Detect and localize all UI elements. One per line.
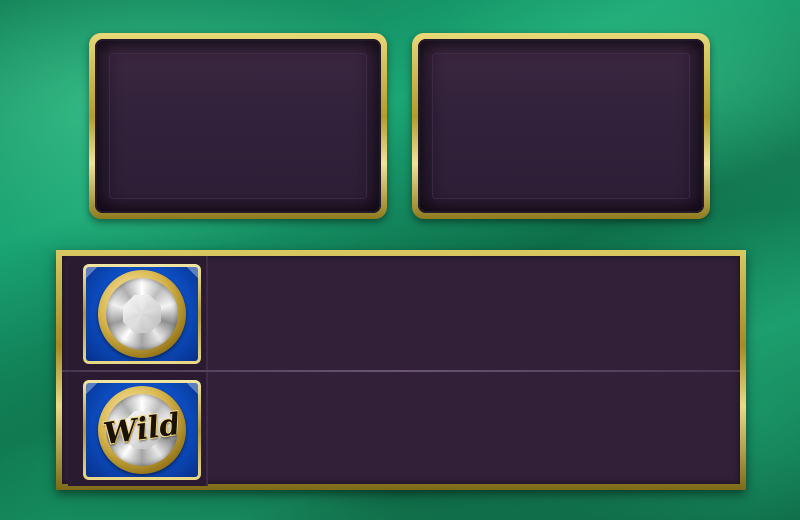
paytable-board-inner: Wild (62, 256, 740, 486)
paytable-row-diamond (62, 256, 740, 370)
diamond-symbol-tile (83, 264, 201, 364)
paytable-board: Wild (56, 250, 746, 490)
info-panel-right-content (418, 39, 704, 213)
diamond-gem-icon (106, 278, 178, 350)
paytable-row-diamond-info (208, 256, 740, 370)
symbol-column: Wild (68, 372, 208, 486)
wild-symbol-tile: Wild (83, 380, 201, 480)
paytable-row-wild-info (208, 372, 740, 486)
info-panel-left (89, 33, 387, 219)
info-panel-left-content (95, 39, 381, 213)
info-panel-right (412, 33, 710, 219)
wild-diamond-coin-icon: Wild (98, 386, 186, 474)
wild-label: Wild (101, 406, 183, 453)
diamond-coin-icon (98, 270, 186, 358)
wild-gem-icon (106, 394, 178, 466)
symbol-column (68, 256, 208, 370)
paytable-row-wild: Wild (62, 372, 740, 486)
